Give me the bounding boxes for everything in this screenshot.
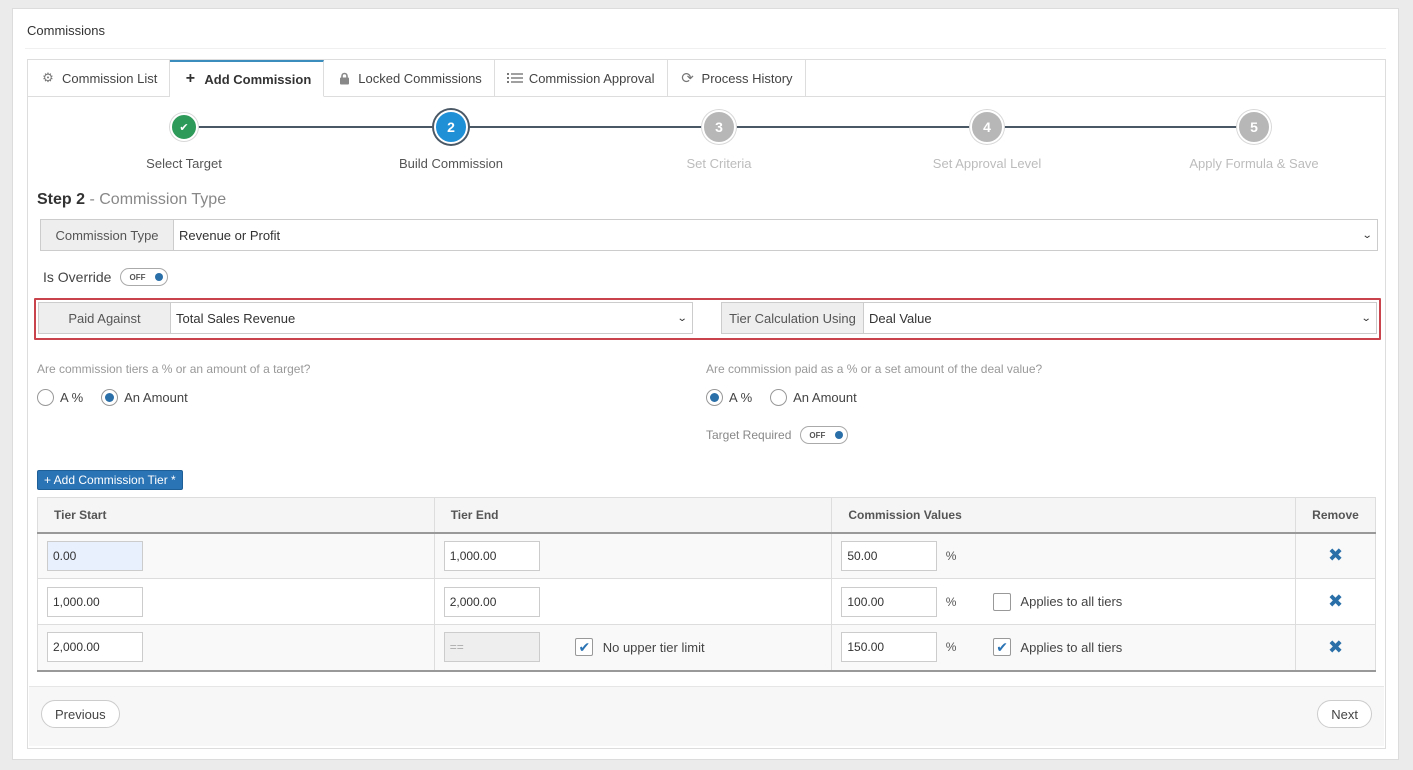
step-2-circle[interactable]: 2	[434, 110, 468, 144]
commission-value-input[interactable]: 150.00	[841, 632, 938, 663]
previous-button[interactable]: Previous	[41, 700, 120, 728]
tier-calc-group: Tier Calculation Using Deal Value ⌄	[721, 302, 1377, 334]
paid-radio-group: A % An Amount	[706, 389, 857, 406]
tab-commission-approval[interactable]: Commission Approval	[494, 60, 668, 97]
step-2-label: Build Commission	[398, 156, 504, 171]
applies-to-all-label: Applies to all tiers	[1020, 639, 1123, 655]
table-row: 0.00 1,000.00 50.00 % ✖	[37, 532, 1376, 579]
tiers-percent-radio[interactable]	[37, 389, 54, 406]
applies-to-all-checkbox[interactable]	[993, 638, 1012, 657]
tab-add-commission[interactable]: + Add Commission	[170, 60, 325, 97]
step-1-check-icon[interactable]: ✔	[170, 113, 198, 141]
tiers-question: Are commission tiers a % or an amount of…	[37, 362, 311, 376]
page-title: Commissions	[27, 23, 106, 38]
tab-commission-list[interactable]: ⚙ Commission List	[28, 60, 171, 97]
commission-value-input[interactable]: 50.00	[841, 540, 938, 571]
chevron-down-icon: ⌄	[676, 312, 688, 324]
paid-question: Are commission paid as a % or a set amou…	[706, 362, 1043, 376]
toggle-knob	[155, 273, 164, 281]
tab-label: Commission Approval	[528, 70, 655, 86]
paid-percent-radio[interactable]	[706, 389, 723, 406]
list-icon	[506, 72, 523, 84]
plus-icon: +	[185, 70, 196, 87]
step-1-label: Select Target	[146, 156, 222, 171]
commission-type-group: Commission Type Revenue or Profit ⌄	[40, 219, 1378, 251]
toggle-knob	[835, 431, 844, 439]
override-row: Is Override OFF	[43, 268, 169, 286]
tier-start-input[interactable]: 0.00	[47, 540, 143, 571]
commission-card: ⚙ Commission List + Add Commission Locke…	[27, 59, 1386, 749]
lock-icon	[336, 72, 352, 85]
paid-against-label: Paid Against	[39, 303, 171, 333]
commissions-panel: Commissions ⚙ Commission List + Add Comm…	[12, 8, 1399, 760]
table-row: 2,000.00 == No upper tier limit 150.00 %…	[37, 624, 1376, 672]
tier-start-input[interactable]: 1,000.00	[47, 586, 143, 617]
applies-to-all-label: Applies to all tiers	[1020, 594, 1123, 609]
gears-icon: ⚙	[42, 70, 54, 85]
tab-label: Locked Commissions	[358, 70, 482, 86]
commission-type-label: Commission Type	[41, 220, 174, 250]
header-tier-end: Tier End	[433, 497, 833, 534]
wizard-footer: Previous Next	[29, 686, 1384, 746]
table-header-row: Tier Start Tier End Commission Values Re…	[37, 497, 1376, 534]
table-row: 1,000.00 2,000.00 100.00 % Applies to al…	[37, 578, 1376, 625]
no-upper-limit-label: No upper tier limit	[602, 639, 705, 655]
paid-amount-radio[interactable]	[770, 389, 788, 406]
step-5-label: Apply Formula & Save	[1189, 156, 1319, 171]
header-remove: Remove	[1295, 497, 1376, 534]
applies-to-all-checkbox[interactable]	[993, 592, 1012, 611]
no-upper-limit-checkbox[interactable]	[575, 638, 594, 657]
paid-against-select[interactable]: Total Sales Revenue ⌄	[171, 303, 692, 333]
step-3-label: Set Criteria	[686, 156, 752, 171]
tab-process-history[interactable]: ⟳ Process History	[667, 60, 806, 97]
override-label: Is Override	[43, 269, 112, 285]
percent-unit: %	[945, 548, 957, 563]
step-heading: Step 2 - Commission Type	[37, 191, 227, 208]
step-4-label: Set Approval Level	[932, 156, 1042, 171]
tier-calc-select[interactable]: Deal Value ⌄	[864, 303, 1376, 333]
tier-end-input[interactable]: 2,000.00	[443, 586, 540, 617]
step-5-circle[interactable]: 5	[1237, 110, 1271, 144]
step-3-circle[interactable]: 3	[702, 110, 736, 144]
target-required-label: Target Required	[706, 428, 792, 442]
header-commission-values: Commission Values	[831, 497, 1296, 534]
paid-against-group: Paid Against Total Sales Revenue ⌄	[38, 302, 693, 334]
percent-unit: %	[945, 594, 957, 609]
title-divider	[25, 48, 1386, 49]
remove-icon[interactable]: ✖	[1328, 591, 1343, 611]
percent-unit: %	[945, 640, 957, 655]
commission-type-select[interactable]: Revenue or Profit ⌄	[174, 220, 1377, 250]
step-4-circle[interactable]: 4	[970, 110, 1004, 144]
next-button[interactable]: Next	[1317, 700, 1372, 728]
add-commission-tier-button[interactable]: + Add Commission Tier *	[37, 470, 183, 490]
remove-icon[interactable]: ✖	[1328, 637, 1343, 657]
tier-start-input[interactable]: 2,000.00	[47, 632, 143, 663]
override-toggle[interactable]: OFF	[120, 268, 169, 286]
chevron-down-icon: ⌄	[1361, 229, 1373, 241]
tiers-table: Tier Start Tier End Commission Values Re…	[37, 497, 1376, 672]
target-required-toggle[interactable]: OFF	[800, 426, 849, 444]
remove-icon[interactable]: ✖	[1328, 545, 1343, 565]
tier-calc-label: Tier Calculation Using	[722, 303, 864, 333]
tier-end-input[interactable]: 1,000.00	[443, 540, 540, 571]
tiers-amount-radio[interactable]	[101, 389, 119, 406]
tiers-radio-group: A % An Amount	[37, 389, 188, 406]
commission-value-input[interactable]: 100.00	[841, 586, 938, 617]
refresh-icon: ⟳	[681, 70, 694, 87]
tab-bar: ⚙ Commission List + Add Commission Locke…	[28, 60, 806, 97]
tab-label: Add Commission	[204, 71, 312, 87]
tab-locked-commissions[interactable]: Locked Commissions	[324, 60, 495, 97]
tab-label: Commission List	[62, 70, 158, 86]
target-required-row: Target Required OFF	[706, 426, 849, 444]
wizard-stepper: ✔ 2 3 4 5 Select Target Build Commission…	[28, 98, 1387, 178]
header-tier-start: Tier Start	[37, 497, 435, 534]
chevron-down-icon: ⌄	[1360, 312, 1372, 324]
tier-end-input: ==	[443, 632, 540, 663]
tab-label: Process History	[701, 70, 793, 86]
